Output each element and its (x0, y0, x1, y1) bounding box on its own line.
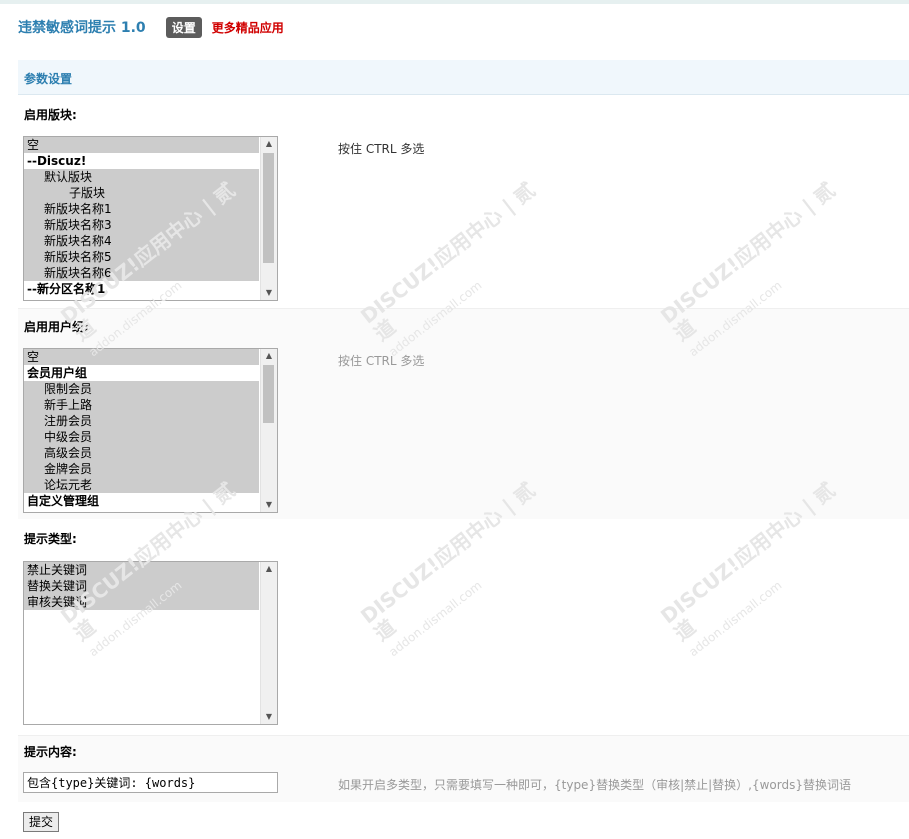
list-item[interactable]: 新版块名称1 (24, 201, 259, 217)
list-item[interactable]: --Discuz! (24, 153, 259, 169)
types-options: 禁止关键词 替换关键词 审核关键词 (24, 562, 277, 610)
list-item[interactable]: 金牌会员 (24, 461, 259, 477)
scroll-thumb[interactable] (263, 365, 274, 423)
top-strip (0, 0, 909, 4)
list-item[interactable]: 空 (24, 349, 259, 365)
scroll-up-icon[interactable]: ▲ (261, 137, 277, 151)
list-item[interactable]: 替换关键词 (24, 578, 259, 594)
forums-label: 启用版块: (24, 108, 77, 122)
content-input[interactable] (23, 772, 278, 793)
usergroups-hint: 按住 CTRL 多选 (338, 354, 425, 368)
list-item[interactable]: 中级会员 (24, 429, 259, 445)
list-item[interactable]: 新版块名称3 (24, 217, 259, 233)
section-title: 参数设置 (24, 72, 73, 86)
types-label: 提示类型: (24, 532, 77, 546)
more-apps-link[interactable]: 更多精品应用 (212, 19, 284, 36)
list-item[interactable]: 限制会员 (24, 381, 259, 397)
usergroups-select[interactable]: 空会员用户组 限制会员 新手上路 注册会员 中级会员 高级会员 金牌会员 论坛元老 自定义管理组… (23, 348, 278, 513)
settings-button[interactable]: 设置 (165, 16, 202, 38)
forums-select[interactable]: 空 --Discuz! 默认版块 子版块 新版块名称1 新版块名称3 新版块名称4 新版块名称… (23, 136, 278, 301)
scroll-up-icon[interactable]: ▲ (261, 562, 277, 576)
list-item[interactable]: --新分区名称1 (24, 281, 259, 297)
usergroups-options: 空会员用户组 限制会员 新手上路 注册会员 中级会员 高级会员 金牌会员 论坛元老 自定义管理组 (24, 349, 277, 509)
submit-button[interactable]: 提交 (23, 812, 60, 832)
header: 违禁敏感词提示 1.0 设置 更多精品应用 (18, 16, 284, 38)
scroll-thumb[interactable] (263, 153, 274, 263)
app-title: 违禁敏感词提示 1.0 (18, 20, 146, 36)
list-item[interactable]: 新手上路 (24, 397, 259, 413)
list-item[interactable]: 论坛元老 (24, 477, 259, 493)
content-hint: 如果开启多类型，只需要填写一种即可，{type}替换类型（审核|禁止|替换）,{… (338, 778, 851, 792)
forums-scrollbar[interactable]: ▲ ▼ (260, 137, 277, 300)
content-label: 提示内容: (24, 745, 77, 759)
scroll-down-icon[interactable]: ▼ (261, 286, 277, 300)
types-select[interactable]: 禁止关键词 替换关键词 审核关键词 ▲ ▼ (23, 561, 278, 725)
scroll-down-icon[interactable]: ▼ (261, 498, 277, 512)
forums-options: 空 --Discuz! 默认版块 子版块 新版块名称1 新版块名称3 新版块名称4 新版块名称… (24, 137, 277, 297)
list-item[interactable]: 审核关键词 (24, 594, 259, 610)
scroll-down-icon[interactable]: ▼ (261, 710, 277, 724)
usergroups-scrollbar[interactable]: ▲ ▼ (260, 349, 277, 512)
list-item[interactable]: 新版块名称5 (24, 249, 259, 265)
list-item[interactable]: 禁止关键词 (24, 562, 259, 578)
list-item[interactable]: 新版块名称6 (24, 265, 259, 281)
list-item[interactable]: 注册会员 (24, 413, 259, 429)
usergroups-label: 启用用户组: (24, 320, 89, 334)
list-item[interactable]: 高级会员 (24, 445, 259, 461)
list-item[interactable]: 自定义管理组 (24, 493, 259, 509)
list-item[interactable]: 空 (24, 137, 259, 153)
list-item[interactable]: 会员用户组 (24, 365, 259, 381)
list-item[interactable]: 子版块 (24, 185, 259, 201)
list-item[interactable]: 新版块名称4 (24, 233, 259, 249)
forums-hint: 按住 CTRL 多选 (338, 142, 425, 156)
types-scrollbar[interactable]: ▲ ▼ (260, 562, 277, 724)
section-header: 参数设置 (18, 60, 909, 95)
list-item[interactable]: 默认版块 (24, 169, 259, 185)
scroll-up-icon[interactable]: ▲ (261, 349, 277, 363)
